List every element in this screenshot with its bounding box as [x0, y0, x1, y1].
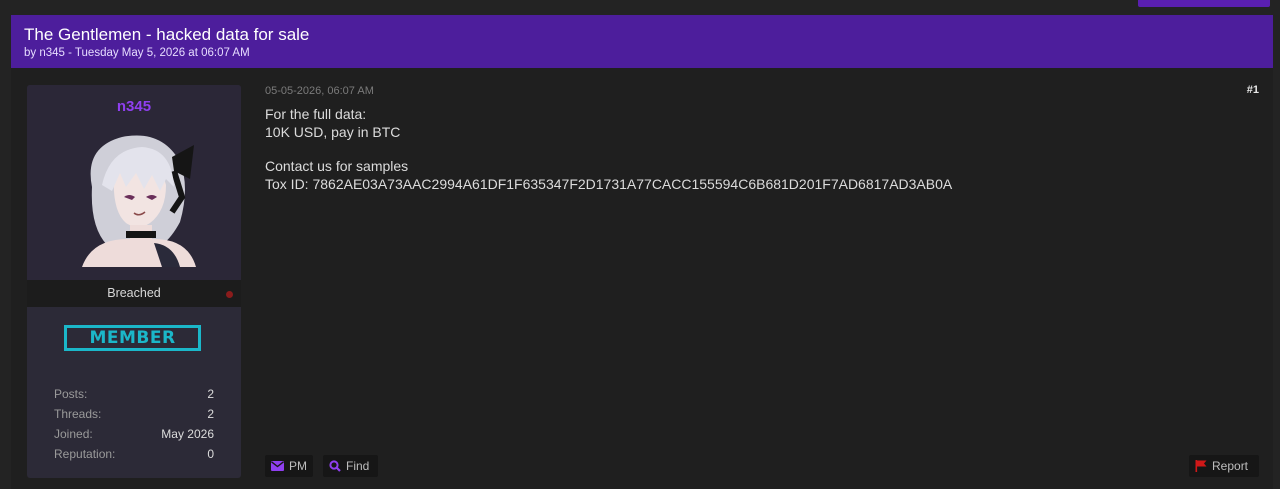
top-nav-tab[interactable] — [1138, 0, 1270, 7]
stat-value: 2 — [207, 387, 214, 401]
post-body: For the full data: 10K USD, pay in BTC C… — [265, 106, 952, 193]
stat-value: May 2026 — [161, 427, 214, 441]
post: n345 Breached MEMBER Posts: 2 Threads: 2… — [11, 68, 1273, 489]
post-line: Contact us for samples — [265, 158, 409, 174]
post-line: For the full data: — [265, 106, 367, 122]
avatar[interactable] — [62, 127, 207, 267]
author-username[interactable]: n345 — [27, 98, 241, 115]
report-button-label: Report — [1212, 459, 1249, 473]
thread-header: The Gentlemen - hacked data for sale by … — [11, 15, 1273, 68]
post-date: 05-05-2026, 06:07 AM — [265, 85, 374, 97]
author-stats: Posts: 2 Threads: 2 Joined: May 2026 Rep… — [54, 387, 214, 467]
envelope-icon — [271, 461, 284, 471]
post-line: 10K USD, pay in BTC — [265, 123, 401, 140]
pm-button-label: PM — [289, 459, 307, 473]
find-button[interactable]: Find — [323, 455, 378, 477]
report-button[interactable]: Report — [1189, 455, 1259, 477]
rank-bar: Breached — [27, 280, 241, 307]
pm-button[interactable]: PM — [265, 455, 313, 477]
stat-row-reputation: Reputation: 0 — [54, 447, 214, 467]
stat-label: Joined: — [54, 427, 93, 441]
rank-title: Breached — [107, 286, 161, 300]
stat-value[interactable]: 0 — [207, 447, 214, 461]
offline-dot-icon — [226, 291, 233, 298]
post-line-blank — [265, 141, 952, 158]
thread-meta: by n345 - Tuesday May 5, 2026 at 06:07 A… — [24, 47, 250, 59]
stat-row-threads: Threads: 2 — [54, 407, 214, 427]
search-icon — [329, 460, 341, 472]
author-profile: n345 — [27, 85, 241, 280]
member-badge: MEMBER — [64, 325, 201, 351]
stat-row-posts: Posts: 2 — [54, 387, 214, 407]
stat-value: 2 — [207, 407, 214, 421]
stat-label: Posts: — [54, 387, 88, 401]
stat-row-joined: Joined: May 2026 — [54, 427, 214, 447]
thread-title: The Gentlemen - hacked data for sale — [24, 25, 310, 44]
flag-icon — [1195, 460, 1207, 472]
find-button-label: Find — [346, 459, 370, 473]
post-number-link[interactable]: #1 — [1247, 84, 1259, 96]
stat-label: Threads: — [54, 407, 102, 421]
post-line: Tox ID: 7862AE03A73AAC2994A61DF1F635347F… — [265, 175, 953, 192]
author-panel: n345 Breached MEMBER Posts: 2 Threads: 2… — [27, 85, 241, 478]
stat-label: Reputation: — [54, 447, 116, 461]
